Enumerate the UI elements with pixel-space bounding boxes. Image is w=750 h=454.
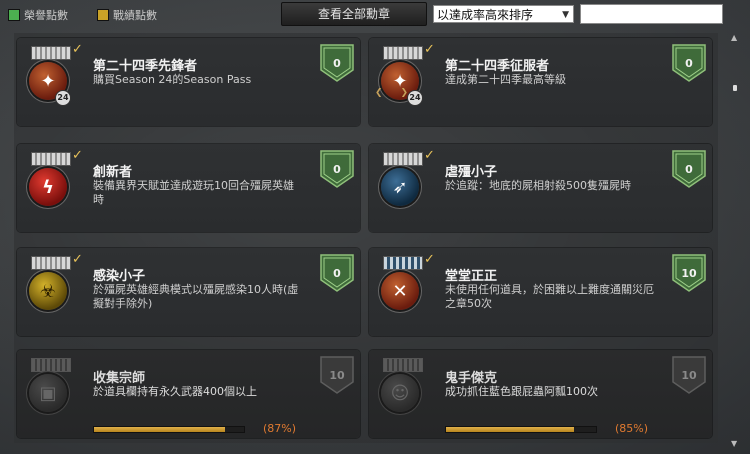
view-all-medals-button[interactable]: 查看全部勳章: [281, 2, 427, 26]
scroll-up-icon[interactable]: ▲: [731, 33, 737, 42]
medal-description: 購買Season 24的Season Pass: [93, 73, 252, 86]
legend-battle-label: 戰績點數: [113, 9, 157, 22]
points-shield-icon: 0: [672, 44, 706, 82]
search-input[interactable]: [580, 4, 723, 24]
season-badge-icon: 24: [407, 90, 423, 106]
diamond-coin-icon: ✕: [381, 272, 419, 310]
skull-coin-icon: ☺: [381, 374, 419, 412]
medal-title: 創新者: [93, 165, 133, 180]
medal-card[interactable]: ☺ 鬼手傑克 成功抓住藍色跟屁蟲阿瓢100次 10 (85%): [369, 350, 712, 438]
check-icon: ✓: [424, 252, 435, 267]
check-icon: ✓: [72, 148, 83, 163]
ribbon-icon: [31, 152, 71, 166]
medal-title: 收集宗師: [93, 371, 146, 386]
progress-fill: [446, 427, 574, 432]
medal-description: 裝備異界天賦並達成遊玩10回合殭屍英雄時: [93, 179, 294, 206]
medal-title: 感染小子: [93, 269, 146, 284]
points-shield-icon: 10: [672, 356, 706, 394]
check-icon: ✓: [424, 148, 435, 163]
battle-square-icon: [97, 9, 109, 21]
legend-honor: 榮譽點數: [8, 8, 68, 22]
medal-card[interactable]: ✦ ❮❯ 24 ✓ 第二十四季征服者 達成第二十四季最高等級 0: [369, 38, 712, 126]
top-bar: 榮譽點數 戰績點數 查看全部勳章 以達成率高來排序 ▼: [0, 0, 750, 28]
progress-bar: [93, 426, 245, 433]
infection-coin-icon: ☣: [29, 272, 67, 310]
points-value: 0: [333, 56, 341, 70]
medal-icon: ϟ ✓: [27, 148, 83, 224]
medal-description: 未使用任何道具，於困難以上難度通關災厄之章50次: [445, 283, 654, 310]
medal-icon: ☣ ✓: [27, 252, 83, 328]
medal-description: 達成第二十四季最高等級: [445, 73, 566, 86]
sort-select[interactable]: 以達成率高來排序 ▼: [433, 5, 574, 23]
progress-fill: [94, 427, 225, 432]
check-icon: ✓: [424, 42, 435, 57]
points-shield-icon: 0: [320, 44, 354, 82]
medal-icon: ☺: [379, 358, 427, 430]
medal-card[interactable]: ✕ ✓ 堂堂正正 未使用任何道具，於困難以上難度通關災厄之章50次 10: [369, 248, 712, 336]
points-shield-icon: 0: [320, 150, 354, 188]
scrollbar[interactable]: ▲ ▼: [729, 33, 741, 448]
medal-description: 於追蹤：地底的屍相射殺500隻殭屍時: [445, 179, 631, 192]
points-value: 0: [333, 162, 341, 176]
medal-icon: ▣: [27, 358, 75, 430]
legend-honor-label: 榮譽點數: [24, 9, 68, 22]
points-shield-icon: 10: [672, 254, 706, 292]
sort-select-value: 以達成率高來排序: [437, 8, 534, 22]
points-value: 10: [329, 368, 345, 382]
points-value: 10: [681, 266, 697, 280]
chevron-down-icon: ▼: [562, 10, 569, 20]
ribbon-icon: [31, 358, 71, 372]
medal-title: 虐殭小子: [445, 165, 498, 180]
medal-card[interactable]: ▣ 收集宗師 於道具欄持有永久武器400個以上 10 (87%): [17, 350, 360, 438]
medal-icon: ✦ ❮❯ 24 ✓: [375, 42, 435, 118]
medal-card[interactable]: ϟ ✓ 創新者 裝備異界天賦並達成遊玩10回合殭屍英雄時 0: [17, 144, 360, 232]
scroll-thumb[interactable]: [733, 85, 737, 91]
medal-title: 第二十四季征服者: [445, 59, 550, 74]
points-value: 0: [685, 162, 693, 176]
points-value: 0: [333, 266, 341, 280]
honor-square-icon: [8, 9, 20, 21]
medal-description: 於道具欄持有永久武器400個以上: [93, 385, 257, 398]
medal-title: 堂堂正正: [445, 269, 498, 284]
season-badge-icon: 24: [55, 90, 71, 106]
points-value: 10: [681, 368, 697, 382]
ribbon-icon: [383, 256, 423, 270]
ribbon-icon: [31, 46, 71, 60]
medal-card[interactable]: ➶ ✓ 虐殭小子 於追蹤：地底的屍相射殺500隻殭屍時 0: [369, 144, 712, 232]
medal-description: 成功抓住藍色跟屁蟲阿瓢100次: [445, 385, 598, 398]
points-shield-icon: 10: [320, 356, 354, 394]
medal-icon: ✦ 24 ✓: [27, 42, 83, 118]
medal-description: 於殭屍英雄經典模式以殭屍感染10人時(虛擬對手除外): [93, 283, 299, 310]
points-shield-icon: 0: [320, 254, 354, 292]
box-coin-icon: ▣: [29, 374, 67, 412]
medal-title: 鬼手傑克: [445, 371, 498, 386]
progress-bar: [445, 426, 597, 433]
medal-icon: ➶ ✓: [379, 148, 435, 224]
check-icon: ✓: [72, 42, 83, 57]
lightning-coin-icon: ϟ: [29, 168, 67, 206]
medal-title: 第二十四季先鋒者: [93, 59, 198, 74]
ribbon-icon: [383, 358, 423, 372]
points-shield-icon: 0: [672, 150, 706, 188]
medal-card[interactable]: ☣ ✓ 感染小子 於殭屍英雄經典模式以殭屍感染10人時(虛擬對手除外) 0: [17, 248, 360, 336]
check-icon: ✓: [72, 252, 83, 267]
ribbon-icon: [31, 256, 71, 270]
ribbon-icon: [383, 46, 423, 60]
ribbon-icon: [383, 152, 423, 166]
progress-label: (85%): [615, 422, 649, 435]
medal-card[interactable]: ✦ 24 ✓ 第二十四季先鋒者 購買Season 24的Season Pass …: [17, 38, 360, 126]
scroll-down-icon[interactable]: ▼: [731, 439, 737, 448]
progress-label: (87%): [263, 422, 297, 435]
legend-battle: 戰績點數: [97, 8, 157, 22]
medal-icon: ✕ ✓: [379, 252, 435, 328]
points-value: 0: [685, 56, 693, 70]
runner-coin-icon: ➶: [381, 168, 419, 206]
